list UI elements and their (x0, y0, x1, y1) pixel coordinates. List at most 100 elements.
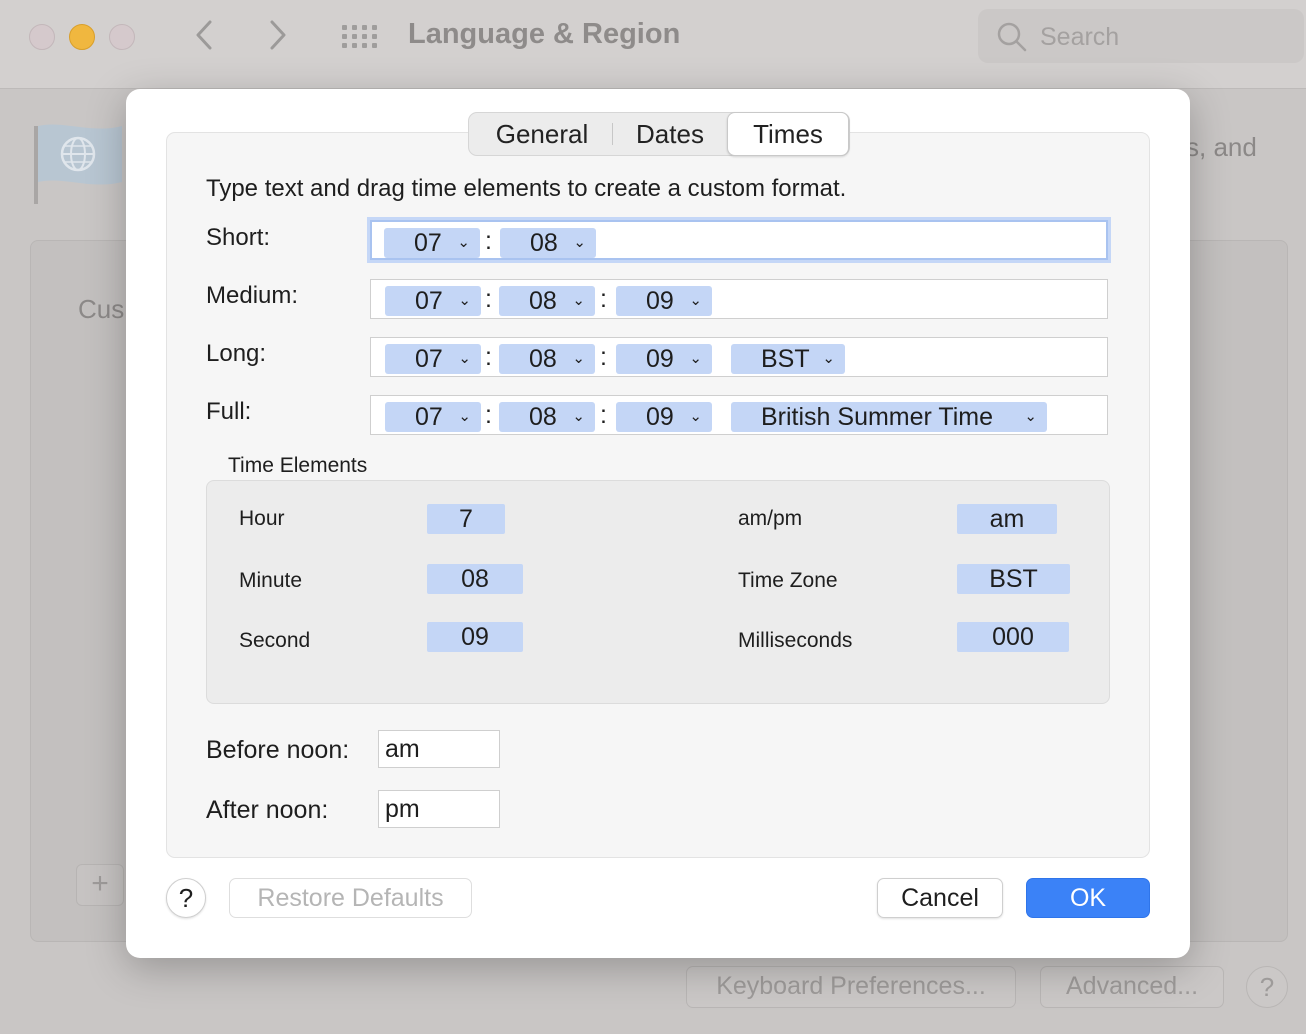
forward-arrow-icon[interactable] (266, 18, 290, 58)
short-format-field[interactable]: 07 ⌄ : 08 ⌄ (367, 217, 1111, 263)
milliseconds-element-label: Milliseconds (738, 629, 853, 652)
tab-bar: General Dates Times (468, 112, 850, 156)
milliseconds-element-token[interactable]: 000 (957, 622, 1069, 652)
ampm-element-label: am/pm (738, 507, 803, 530)
timezone-element-label: Time Zone (738, 569, 838, 592)
chevron-down-icon: ⌄ (458, 350, 471, 367)
chevron-down-icon: ⌄ (1024, 408, 1037, 425)
instruction-text: Type text and drag time elements to crea… (206, 175, 847, 202)
keyboard-preferences-button[interactable]: Keyboard Preferences... (686, 966, 1016, 1008)
minute-token[interactable]: 08 ⌄ (500, 228, 596, 258)
minute-token[interactable]: 08 ⌄ (499, 344, 595, 374)
second-token-value: 09 (646, 403, 674, 431)
title-bar: Language & Region Search (0, 0, 1306, 89)
chevron-down-icon: ⌄ (458, 408, 471, 425)
medium-format-field[interactable]: 07 ⌄ : 08 ⌄ : 09 ⌄ (370, 279, 1108, 319)
times-format-sheet: General Dates Times Type text and drag t… (126, 89, 1190, 958)
hour-token[interactable]: 07 ⌄ (385, 402, 481, 432)
window-help-button[interactable]: ? (1246, 966, 1288, 1008)
timezone-token[interactable]: British Summer Time ⌄ (731, 402, 1047, 432)
chevron-down-icon: ⌄ (458, 292, 471, 309)
search-field[interactable]: Search (978, 9, 1304, 63)
hour-token-value: 07 (415, 287, 443, 315)
hour-token[interactable]: 07 ⌄ (385, 344, 481, 374)
chevron-down-icon: ⌄ (572, 292, 585, 309)
separator: : (485, 401, 492, 429)
minute-token[interactable]: 08 ⌄ (499, 286, 595, 316)
globe-flag-icon (34, 124, 122, 204)
chevron-down-icon: ⌄ (689, 350, 702, 367)
ampm-element-token[interactable]: am (957, 504, 1057, 534)
tab-divider (612, 123, 613, 145)
minute-element-token[interactable]: 08 (427, 564, 523, 594)
minute-token-value: 08 (529, 345, 557, 373)
separator: : (600, 285, 607, 313)
background-custom-label: Cus (78, 294, 125, 324)
hour-element-label: Hour (239, 507, 285, 530)
ok-button[interactable]: OK (1026, 878, 1150, 918)
chevron-down-icon: ⌄ (689, 292, 702, 309)
close-window-button[interactable] (29, 24, 55, 50)
zoom-window-button[interactable] (109, 24, 135, 50)
medium-format-label: Medium: (206, 282, 299, 309)
time-elements-box: Hour 7 Minute 08 Second 09 am/pm am Time… (206, 480, 1110, 704)
background-description-text: s, and (1186, 132, 1257, 162)
before-noon-label: Before noon: (206, 736, 350, 764)
long-format-label: Long: (206, 340, 267, 367)
separator: : (485, 343, 492, 371)
after-noon-label: After noon: (206, 796, 329, 824)
second-token[interactable]: 09 ⌄ (616, 402, 712, 432)
hour-token-value: 07 (415, 403, 443, 431)
chevron-down-icon: ⌄ (822, 350, 835, 367)
timezone-token[interactable]: BST ⌄ (731, 344, 845, 374)
separator: : (485, 285, 492, 313)
hour-element-token[interactable]: 7 (427, 504, 505, 534)
advanced-button[interactable]: Advanced... (1040, 966, 1224, 1008)
search-icon (997, 22, 1027, 52)
separator: : (485, 227, 492, 255)
hour-token[interactable]: 07 ⌄ (385, 286, 481, 316)
second-token-value: 09 (646, 287, 674, 315)
before-noon-field[interactable]: am (378, 730, 500, 768)
cancel-button[interactable]: Cancel (877, 878, 1003, 918)
window-title: Language & Region (408, 18, 681, 50)
minute-token-value: 08 (529, 403, 557, 431)
chevron-down-icon: ⌄ (457, 234, 470, 251)
back-arrow-icon[interactable] (192, 18, 216, 58)
separator: : (600, 401, 607, 429)
help-button[interactable]: ? (166, 878, 206, 918)
timezone-element-token[interactable]: BST (957, 564, 1070, 594)
long-format-field[interactable]: 07 ⌄ : 08 ⌄ : 09 ⌄ BST ⌄ (370, 337, 1108, 377)
second-element-token[interactable]: 09 (427, 622, 523, 652)
short-format-label: Short: (206, 224, 271, 251)
add-button[interactable]: + (76, 864, 124, 906)
second-token[interactable]: 09 ⌄ (616, 286, 712, 316)
chevron-down-icon: ⌄ (573, 234, 586, 251)
minute-token-value: 08 (530, 229, 558, 257)
hour-token[interactable]: 07 ⌄ (384, 228, 480, 258)
show-all-grid-icon[interactable] (342, 25, 378, 49)
tab-general[interactable]: General (469, 113, 615, 155)
second-token-value: 09 (646, 345, 674, 373)
hour-token-value: 07 (415, 345, 443, 373)
timezone-token-value: BST (761, 345, 810, 373)
restore-defaults-button[interactable]: Restore Defaults (229, 878, 472, 918)
after-noon-field[interactable]: pm (378, 790, 500, 828)
minute-element-label: Minute (239, 569, 303, 592)
tab-dates[interactable]: Dates (615, 113, 725, 155)
second-element-label: Second (239, 629, 311, 652)
minute-token-value: 08 (529, 287, 557, 315)
time-elements-title: Time Elements (228, 454, 368, 477)
chevron-down-icon: ⌄ (689, 408, 702, 425)
chevron-down-icon: ⌄ (572, 408, 585, 425)
separator: : (600, 343, 607, 371)
minimize-window-button[interactable] (69, 24, 95, 50)
timezone-token-value: British Summer Time (761, 403, 993, 431)
tab-times[interactable]: Times (727, 112, 849, 156)
search-placeholder: Search (1040, 23, 1120, 51)
chevron-down-icon: ⌄ (572, 350, 585, 367)
second-token[interactable]: 09 ⌄ (616, 344, 712, 374)
full-format-field[interactable]: 07 ⌄ : 08 ⌄ : 09 ⌄ British Summer Time ⌄ (370, 395, 1108, 435)
hour-token-value: 07 (414, 229, 442, 257)
minute-token[interactable]: 08 ⌄ (499, 402, 595, 432)
